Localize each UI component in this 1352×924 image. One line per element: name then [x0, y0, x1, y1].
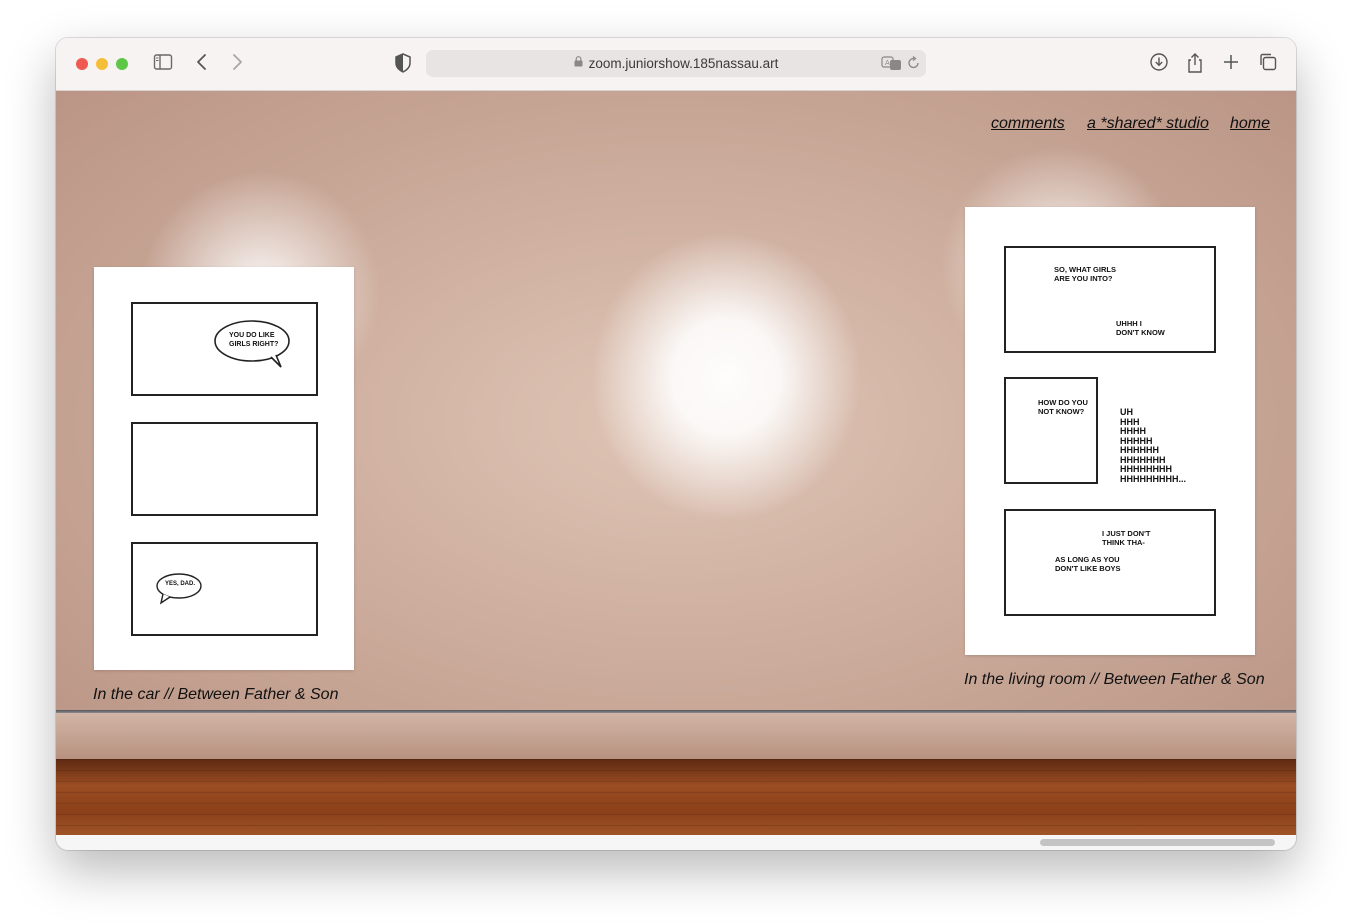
- nav-comments-link[interactable]: comments: [991, 115, 1065, 133]
- wall-lower-section: [56, 713, 1296, 761]
- nav-shared-studio-link[interactable]: a *shared* studio: [1087, 115, 1209, 133]
- comic-panel-3: Yes, dad.: [131, 542, 318, 636]
- shield-icon[interactable]: [394, 52, 412, 79]
- artwork-caption-right: In the living room // Between Father & S…: [964, 671, 1265, 688]
- plus-icon[interactable]: [1222, 52, 1240, 77]
- comic-panel-2: [131, 422, 318, 516]
- speech-bubble-icon: [156, 573, 202, 605]
- bubble-text: You do like girls right?: [229, 332, 279, 348]
- download-icon[interactable]: [1149, 52, 1169, 77]
- chevron-right-icon[interactable]: [229, 52, 245, 77]
- lock-icon: [574, 56, 583, 70]
- browser-window: zoom.juniorshow.185nassau.art A comments…: [56, 38, 1296, 850]
- close-window-button[interactable]: [76, 58, 88, 70]
- comic-panel-1: So, what girls are you into? Uhhh I don'…: [1004, 246, 1216, 353]
- horizontal-scrollbar[interactable]: [56, 835, 1296, 850]
- reload-icon[interactable]: [907, 55, 921, 76]
- comic-dialogue: Uhhh I don't know: [1116, 319, 1165, 337]
- bubble-text: Yes, dad.: [165, 581, 196, 587]
- tab-overview-icon[interactable]: [1258, 52, 1278, 77]
- comic-panel-1: You do like girls right?: [131, 302, 318, 396]
- browser-toolbar: zoom.juniorshow.185nassau.art A: [56, 38, 1296, 91]
- minimize-window-button[interactable]: [96, 58, 108, 70]
- comic-panel-2: How do you not know?: [1004, 377, 1098, 484]
- nav-home-link[interactable]: home: [1230, 115, 1270, 133]
- comic-dialogue: So, what girls are you into?: [1054, 265, 1116, 283]
- address-bar[interactable]: zoom.juniorshow.185nassau.art A: [426, 50, 926, 77]
- svg-text:A: A: [885, 59, 890, 67]
- artwork-caption-left: In the car // Between Father & Son: [93, 686, 339, 703]
- translate-icon[interactable]: A: [881, 55, 903, 76]
- scrollbar-thumb[interactable]: [1040, 839, 1275, 846]
- comic-dialogue: I just don't think tha-: [1102, 529, 1151, 547]
- comic-dialogue: As long as you don't like boys: [1055, 555, 1121, 573]
- zoom-window-button[interactable]: [116, 58, 128, 70]
- comic-dialogue: How do you not know?: [1038, 398, 1088, 416]
- wall-baseline: [56, 710, 1296, 713]
- chevron-left-icon[interactable]: [194, 52, 210, 77]
- wooden-floor: [56, 759, 1296, 835]
- sidebar-icon[interactable]: [153, 52, 173, 77]
- share-icon[interactable]: [1186, 52, 1204, 79]
- artwork-in-the-car[interactable]: You do like girls right? Yes, dad.: [94, 267, 354, 670]
- comic-panel-3: I just don't think tha- As long as you d…: [1004, 509, 1216, 616]
- gallery-viewport: comments a *shared* studio home You do l…: [56, 91, 1296, 835]
- comic-dialogue: UH HHH HHHH HHHHH HHHHHH HHHHHHH HHHHHHH…: [1120, 407, 1186, 484]
- artwork-in-the-living-room[interactable]: So, what girls are you into? Uhhh I don'…: [965, 207, 1255, 655]
- url-text: zoom.juniorshow.185nassau.art: [588, 56, 779, 71]
